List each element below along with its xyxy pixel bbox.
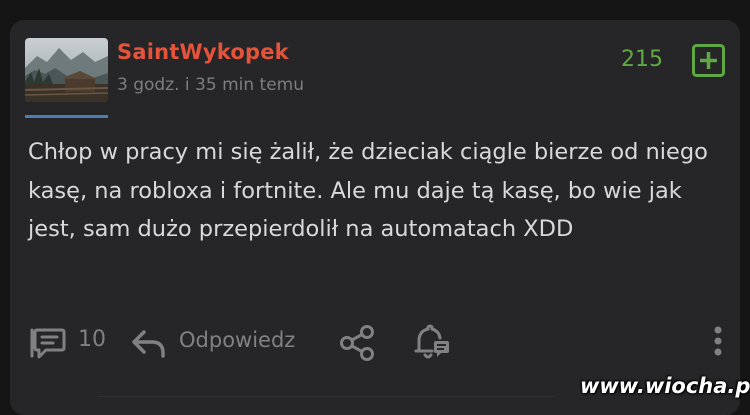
reply-button[interactable]: [130, 326, 168, 364]
comment-button[interactable]: [26, 326, 68, 364]
plus-vote-button[interactable]: [692, 44, 725, 77]
plus-icon: [692, 44, 725, 77]
comment-count[interactable]: 10: [78, 327, 106, 352]
more-vertical-icon: [714, 326, 722, 356]
vote-count: 215: [621, 47, 663, 72]
reply-arrow-icon: [132, 330, 165, 358]
divider: [97, 396, 557, 397]
reply-label[interactable]: Odpowiedz: [179, 328, 295, 352]
post-content: Chłop w pracy mi się żalił, że dzieciak …: [28, 139, 708, 242]
comment-icon: [30, 328, 66, 359]
observe-button[interactable]: [412, 324, 452, 366]
avatar-color-bar: [25, 115, 108, 118]
avatar-landscape-image: [25, 38, 108, 102]
username[interactable]: SaintWykopek: [117, 40, 289, 64]
share-icon: [340, 325, 374, 361]
avatar[interactable]: [25, 38, 108, 102]
more-options-button[interactable]: [712, 325, 724, 363]
bell-icon: [414, 324, 449, 359]
share-button[interactable]: [338, 323, 378, 367]
watermark: www.wiocha.pl: [580, 374, 750, 398]
post-card: SaintWykopek 3 godz. i 35 min temu 215 C…: [10, 20, 740, 415]
post-timestamp[interactable]: 3 godz. i 35 min temu: [117, 75, 304, 95]
